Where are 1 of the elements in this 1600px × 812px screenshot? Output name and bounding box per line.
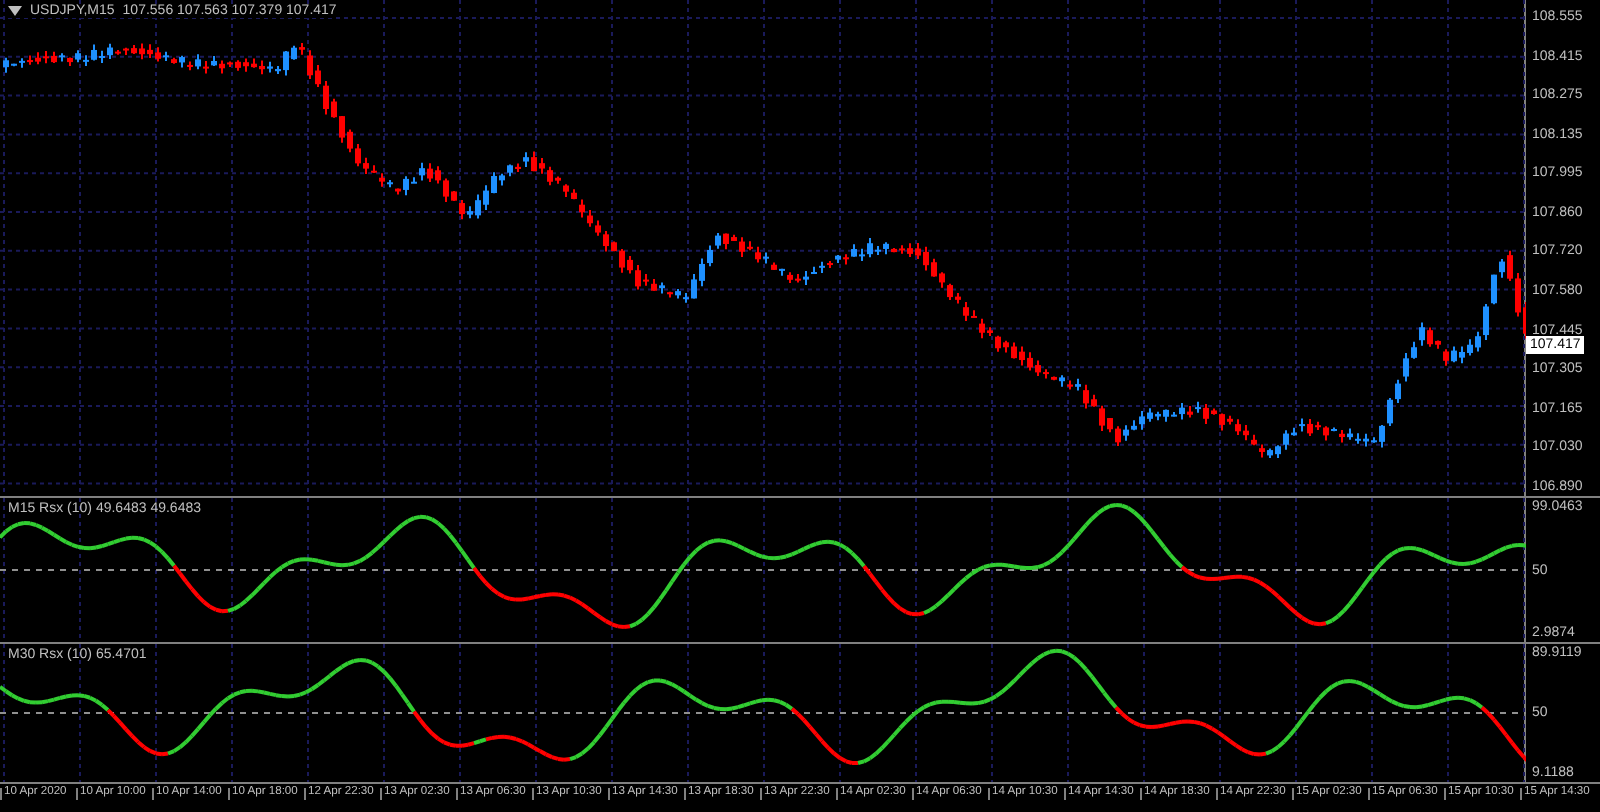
- dropdown-triangle-icon[interactable]: [8, 6, 22, 16]
